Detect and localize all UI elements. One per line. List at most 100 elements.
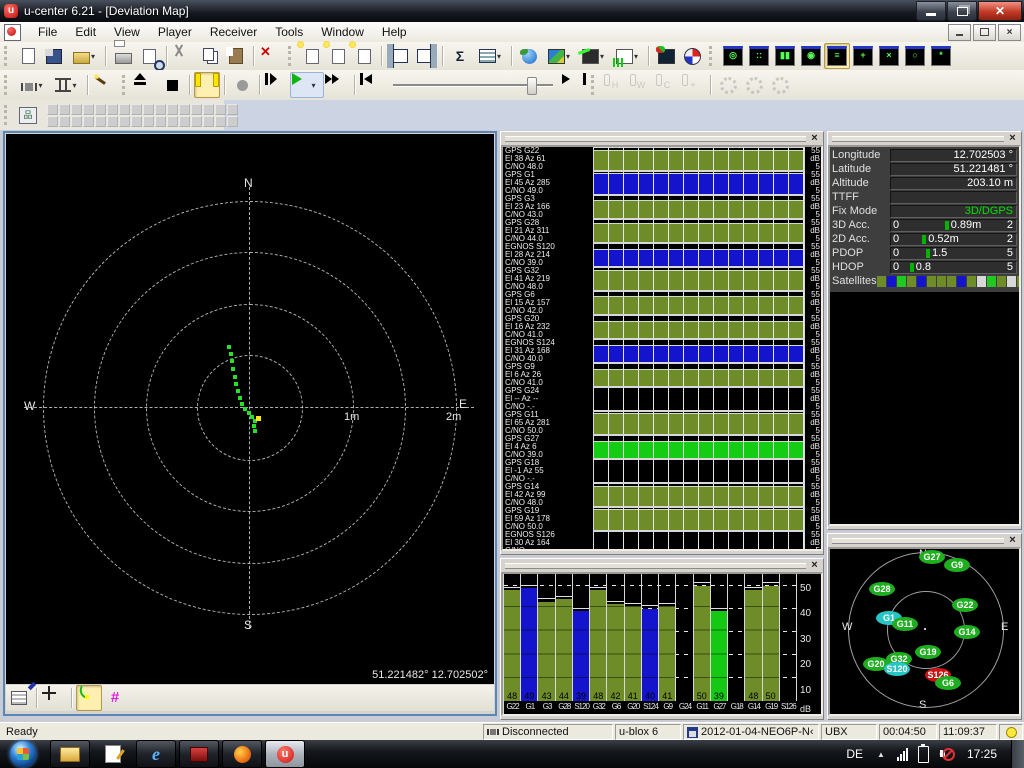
gear-button[interactable] [767,72,793,98]
sum-button[interactable]: Σ [447,43,473,69]
pause-button[interactable] [194,72,220,98]
connector-button[interactable]: ▾ [15,72,49,98]
dv-xplot-button[interactable]: × [876,43,902,69]
toolbar-grip[interactable] [709,46,715,66]
thermo-button[interactable]: + [680,72,706,98]
compass-rose-button[interactable] [679,43,705,69]
open-button[interactable]: ▾ [67,43,101,69]
map-props-button[interactable] [6,685,32,711]
slider-thumb[interactable] [527,77,537,95]
menu-file[interactable]: File [29,23,66,41]
menu-tools[interactable]: Tools [266,23,312,41]
thermo-button[interactable]: W [628,72,654,98]
panel-grip[interactable] [828,534,1021,547]
tray-expand-icon[interactable]: ▲ [877,750,885,759]
copy-button[interactable] [197,43,223,69]
close-button[interactable]: ✕ [978,1,1022,21]
dropdown-caret-icon[interactable]: ▾ [38,81,42,90]
new-file-button[interactable] [15,43,41,69]
panel-grip[interactable] [501,132,823,145]
delete-red-button[interactable] [258,43,284,69]
line-chart-button[interactable]: ▾ [576,43,610,69]
dv-grid-button[interactable]: :: [746,43,772,69]
split-right-button[interactable] [412,43,438,69]
map-polyline-button[interactable] [76,685,102,711]
record-button[interactable] [229,72,255,98]
restore-button[interactable] [947,1,977,21]
new-view-button[interactable] [325,43,351,69]
play-button[interactable]: ▾ [290,72,324,98]
minimize-button[interactable] [916,1,946,21]
menu-help[interactable]: Help [373,23,416,41]
google-earth-button[interactable] [516,43,542,69]
taskbar-firefox-button[interactable] [222,740,262,768]
toolbar-grip[interactable] [4,75,10,95]
print-button[interactable] [110,43,136,69]
thermo-button[interactable]: C [654,72,680,98]
toolbar-grip[interactable] [122,75,128,95]
print-preview-button[interactable] [136,43,162,69]
taskbar-ucenter-button[interactable] [265,740,305,768]
taskbar-explorer-button[interactable] [50,740,90,768]
split-left-button[interactable] [386,43,412,69]
toolbar-grip[interactable] [4,46,10,66]
dropdown-caret-icon[interactable]: ▾ [497,52,501,61]
wand-button[interactable] [92,72,118,98]
taskbar-media-button[interactable] [179,740,219,768]
document-icon[interactable] [4,24,21,41]
dropdown-caret-icon[interactable]: ▾ [311,81,315,90]
toolbar-grip[interactable] [591,75,597,95]
map-pan-button[interactable] [41,685,67,711]
table-view-button[interactable]: ▾ [473,43,507,69]
step-fwd-button[interactable] [264,72,290,98]
eject-button[interactable] [133,72,159,98]
dv-compass-button[interactable]: + [850,43,876,69]
taskbar-ie-button[interactable]: e [136,740,176,768]
distribution-button[interactable]: 品 [15,102,41,128]
taskbar-clock[interactable]: 17:25 [967,747,997,761]
map-grid-button[interactable] [102,685,128,711]
menu-player[interactable]: Player [149,23,201,41]
toolbar-grip[interactable] [4,105,10,125]
wave-button[interactable]: ▾ [49,72,83,98]
menu-window[interactable]: Window [312,23,373,41]
dv-histogram-button[interactable]: ▮▮ [772,43,798,69]
dv-statistic-button[interactable]: * [928,43,954,69]
network-signal-icon[interactable] [897,748,908,761]
ffwd-button[interactable] [324,72,350,98]
gear-button[interactable] [715,72,741,98]
new-view-button[interactable] [351,43,377,69]
close-icon[interactable] [808,133,821,144]
panel-grip[interactable] [501,559,823,572]
dv-clock-button[interactable]: ○ [902,43,928,69]
start-button[interactable] [10,741,36,767]
map-view-button[interactable] [653,43,679,69]
speaker-muted-icon[interactable] [939,746,955,762]
skip-end-button[interactable] [561,72,587,98]
playback-position-slider[interactable] [393,75,553,95]
cut-button[interactable] [171,43,197,69]
close-icon[interactable] [808,560,821,571]
mdi-minimize-button[interactable] [948,24,971,41]
taskbar-notepad-button[interactable] [93,740,133,768]
bar-chart-button[interactable]: ▾ [610,43,644,69]
dropdown-caret-icon[interactable]: ▾ [600,52,604,61]
show-desktop-button[interactable] [1011,740,1024,768]
close-icon[interactable] [1006,133,1019,144]
battery-icon[interactable] [918,746,929,763]
dropdown-caret-icon[interactable]: ▾ [91,52,95,61]
new-view-button[interactable] [299,43,325,69]
menu-view[interactable]: View [105,23,149,41]
language-indicator[interactable]: DE [846,747,863,761]
thermo-button[interactable]: H [602,72,628,98]
stop-button[interactable] [159,72,185,98]
panel-grip[interactable] [828,132,1021,145]
mdi-close-button[interactable]: × [998,24,1021,41]
save-button[interactable] [41,43,67,69]
dv-deviation-button[interactable]: ◎ [720,43,746,69]
skip-start-button[interactable] [359,72,385,98]
dv-sky-button[interactable]: ◉ [798,43,824,69]
dv-messages-button[interactable]: ≡ [824,43,850,69]
dropdown-caret-icon[interactable]: ▾ [566,52,570,61]
dropdown-caret-icon[interactable]: ▾ [634,52,638,61]
